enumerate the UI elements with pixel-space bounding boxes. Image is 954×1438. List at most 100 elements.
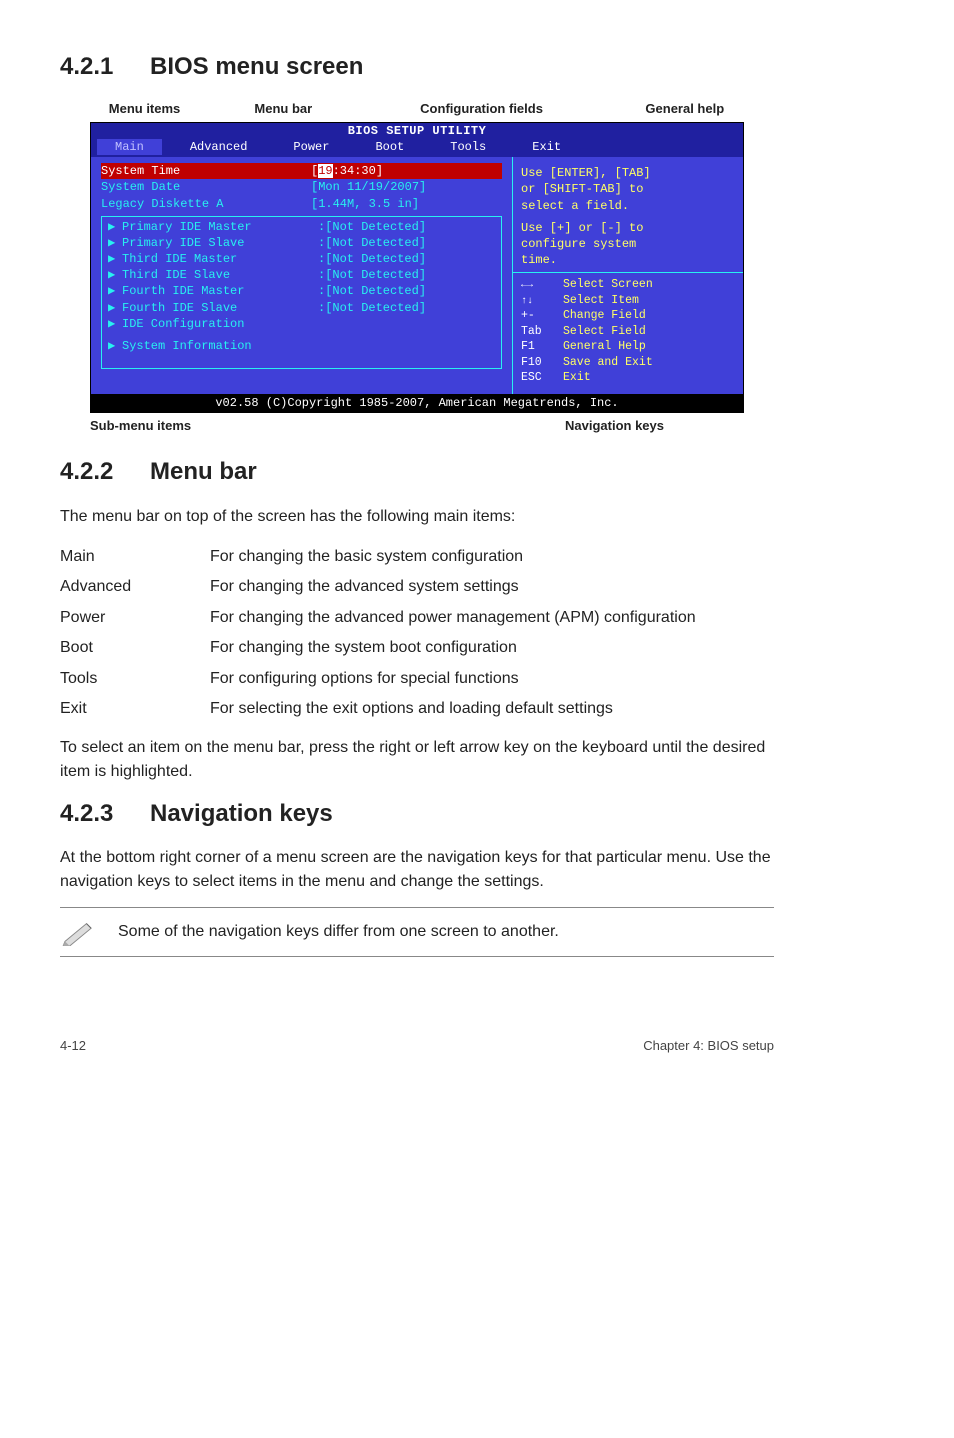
label-general-help: General help	[596, 100, 774, 118]
row-ide-1[interactable]: ▶Primary IDE Slave:[Not Detected]	[108, 235, 495, 251]
label-ide: Primary IDE Slave	[122, 235, 318, 251]
sectitle: Menu bar	[150, 458, 257, 485]
help-line: time.	[521, 252, 735, 268]
diagram-bottom-labels: Sub-menu items Navigation keys	[90, 417, 744, 435]
sectitle: Navigation keys	[150, 800, 333, 827]
table-row: PowerFor changing the advanced power man…	[60, 603, 696, 633]
submenu-icon: ▶	[108, 338, 122, 354]
bios-menubar: Main Advanced Power Boot Tools Exit	[91, 139, 743, 157]
label-nav-keys: Navigation keys	[565, 417, 664, 435]
table-row: AdvancedFor changing the advanced system…	[60, 572, 696, 602]
heading-4-2-2: 4.2.2Menu bar	[60, 455, 774, 489]
submenu-icon: ▶	[108, 267, 122, 283]
row-ide-3[interactable]: ▶Third IDE Slave:[Not Detected]	[108, 267, 495, 283]
value-system-time: [19:34:30]	[311, 163, 383, 179]
bios-window: BIOS SETUP UTILITY Main Advanced Power B…	[90, 122, 744, 413]
row-ide-2[interactable]: ▶Third IDE Master:[Not Detected]	[108, 251, 495, 267]
value-ide: :[Not Detected]	[318, 235, 426, 251]
pencil-icon	[60, 918, 98, 946]
nav-txt: Save and Exit	[563, 356, 653, 369]
ide-box: ▶Primary IDE Master:[Not Detected] ▶Prim…	[101, 216, 502, 370]
row-system-date[interactable]: System Date [Mon 11/19/2007]	[101, 179, 502, 195]
menubar-advanced[interactable]: Advanced	[172, 139, 266, 155]
heading-4-2-3: 4.2.3Navigation keys	[60, 797, 774, 831]
term: Boot	[60, 633, 210, 663]
heading-4-2-1: 4.2.1BIOS menu screen	[60, 50, 774, 84]
label-menu-items: Menu items	[90, 100, 199, 118]
table-row: MainFor changing the basic system config…	[60, 542, 696, 572]
nav-txt: Select Screen	[563, 278, 653, 291]
value-ide: :[Not Detected]	[318, 219, 426, 235]
s2-intro: The menu bar on top of the screen has th…	[60, 505, 774, 528]
row-ide-4[interactable]: ▶Fourth IDE Master:[Not Detected]	[108, 283, 495, 299]
submenu-icon: ▶	[108, 235, 122, 251]
row-ide-5[interactable]: ▶Fourth IDE Slave:[Not Detected]	[108, 300, 495, 316]
label-ide: Fourth IDE Master	[122, 283, 318, 299]
row-sys-info[interactable]: ▶System Information	[108, 338, 495, 354]
bios-footer: v02.58 (C)Copyright 1985-2007, American …	[91, 394, 743, 412]
nav-key: ↑↓	[521, 295, 563, 309]
value-ide: :[Not Detected]	[318, 267, 426, 283]
note-text: Some of the navigation keys differ from …	[118, 921, 559, 943]
secnum: 4.2.1	[60, 50, 150, 84]
submenu-icon: ▶	[108, 219, 122, 235]
nav-key: F1	[521, 339, 563, 355]
nav-box: ←→Select Screen ↑↓Select Item +-Change F…	[513, 272, 743, 390]
term: Main	[60, 542, 210, 572]
nav-key: ←→	[521, 279, 563, 293]
menubar-exit[interactable]: Exit	[514, 139, 579, 155]
label-system-date: System Date	[101, 179, 311, 195]
menubar-boot[interactable]: Boot	[357, 139, 422, 155]
bios-header: BIOS SETUP UTILITY	[91, 123, 743, 139]
term: Advanced	[60, 572, 210, 602]
footer-right: Chapter 4: BIOS setup	[643, 1037, 774, 1055]
term: Power	[60, 603, 210, 633]
menubar-tools[interactable]: Tools	[432, 139, 504, 155]
nav-key: +-	[521, 308, 563, 324]
menubar-power[interactable]: Power	[275, 139, 347, 155]
diagram-top-labels: Menu items Menu bar Configuration fields…	[60, 100, 774, 118]
row-legacy-diskette[interactable]: Legacy Diskette A [1.44M, 3.5 in]	[101, 196, 502, 212]
label-ide: Primary IDE Master	[122, 219, 318, 235]
submenu-icon: ▶	[108, 316, 122, 332]
value-ide: :[Not Detected]	[318, 283, 426, 299]
bios-body: System Time [19:34:30] System Date [Mon …	[91, 157, 743, 394]
def: For configuring options for special func…	[210, 664, 696, 694]
nav-key: Tab	[521, 324, 563, 340]
submenu-icon: ▶	[108, 251, 122, 267]
help-line: select a field.	[521, 198, 735, 214]
secnum: 4.2.2	[60, 455, 150, 489]
def: For changing the system boot configurati…	[210, 633, 696, 663]
value-ide: :[Not Detected]	[318, 300, 426, 316]
menubar-main[interactable]: Main	[97, 139, 162, 155]
note-box: Some of the navigation keys differ from …	[60, 907, 774, 957]
s3-body: At the bottom right corner of a menu scr…	[60, 846, 774, 892]
value-legacy: [1.44M, 3.5 in]	[311, 196, 419, 212]
nav-txt: Change Field	[563, 309, 646, 322]
help-line: Use [ENTER], [TAB]	[521, 165, 735, 181]
help-box: Use [ENTER], [TAB] or [SHIFT-TAB] to sel…	[513, 161, 743, 272]
nav-txt: General Help	[563, 340, 646, 353]
bios-left-pane: System Time [19:34:30] System Date [Mon …	[91, 157, 512, 394]
nav-key: F10	[521, 355, 563, 371]
help-line: or [SHIFT-TAB] to	[521, 181, 735, 197]
row-ide-0[interactable]: ▶Primary IDE Master:[Not Detected]	[108, 219, 495, 235]
def: For changing the advanced power manageme…	[210, 603, 696, 633]
term: Exit	[60, 694, 210, 724]
nav-key: ESC	[521, 370, 563, 386]
row-system-time[interactable]: System Time [19:34:30]	[101, 163, 502, 179]
label-sys-info: System Information	[122, 338, 252, 354]
def: For selecting the exit options and loadi…	[210, 694, 696, 724]
table-row: ToolsFor configuring options for special…	[60, 664, 696, 694]
table-row: BootFor changing the system boot configu…	[60, 633, 696, 663]
label-config-fields: Configuration fields	[368, 100, 596, 118]
bios-right-pane: Use [ENTER], [TAB] or [SHIFT-TAB] to sel…	[512, 157, 743, 394]
row-ide-config[interactable]: ▶IDE Configuration	[108, 316, 495, 332]
submenu-icon: ▶	[108, 283, 122, 299]
nav-txt: Select Item	[563, 294, 639, 307]
label-ide: Third IDE Slave	[122, 267, 318, 283]
nav-txt: Select Field	[563, 325, 646, 338]
value-ide: :[Not Detected]	[318, 251, 426, 267]
page-footer: 4-12 Chapter 4: BIOS setup	[60, 1007, 774, 1055]
table-row: ExitFor selecting the exit options and l…	[60, 694, 696, 724]
